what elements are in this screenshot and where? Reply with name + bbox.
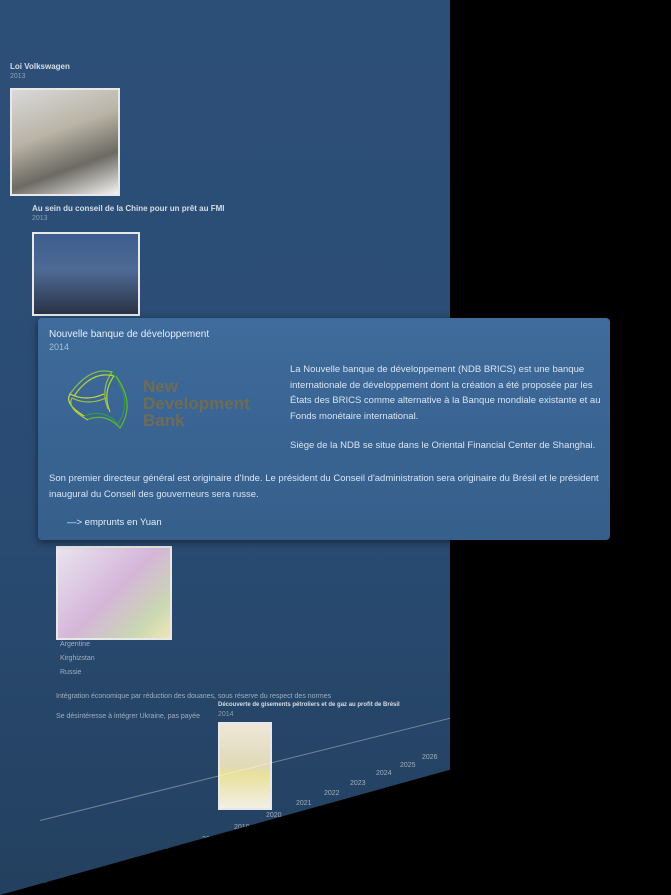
timeline-year: 2023 — [350, 780, 366, 787]
timeline-year: 2025 — [400, 762, 416, 769]
logo-text-line: New — [143, 377, 178, 396]
card-leadership: Son premier directeur général est origin… — [49, 473, 599, 500]
timeline-year: 2018 — [202, 836, 218, 843]
ndb-logo-emblem-icon — [68, 370, 128, 429]
imf-meeting-photo — [32, 232, 140, 316]
detail-card: Nouvelle banque de développement 2014 Ne… — [38, 318, 610, 540]
timeline-year: 2024 — [376, 770, 392, 777]
card-description: La Nouvelle banque de développement (NDB… — [290, 364, 601, 422]
timeline-year: 2016 — [128, 860, 144, 867]
card-headquarters: Siège de la NDB se situe dans le Orienta… — [290, 440, 596, 451]
bg-entry-title: Découverte de gisements pétroliers et de… — [218, 702, 400, 708]
yuan-loans-link[interactable]: —> emprunts en Yuan — [67, 517, 162, 528]
timeline-year: 2020 — [266, 812, 282, 819]
card-year: 2014 — [49, 342, 70, 352]
bg-entry-title: Loi Volkswagen — [10, 62, 70, 71]
logo-text-line: Bank — [143, 411, 185, 430]
bg-bullet: Russie — [60, 669, 82, 676]
bg-entry-year: 2013 — [32, 215, 48, 222]
bg-entry-year: 2014 — [218, 711, 234, 718]
timeline-year: 2017 — [166, 848, 182, 855]
brazil-map-image — [218, 722, 272, 810]
timeline-year: 2014 — [44, 882, 60, 889]
timeline-year: 2026 — [422, 754, 438, 761]
bg-entry-year: 2013 — [10, 73, 26, 80]
timeline-year: 2021 — [296, 800, 312, 807]
volkswagen-photo — [10, 88, 120, 196]
card-title: Nouvelle banque de développement — [49, 329, 210, 340]
timeline-year: 2015 — [88, 872, 104, 879]
ndb-logo-text: New Development Bank — [143, 378, 250, 429]
logo-text-line: Development — [143, 394, 250, 413]
bg-bullet: Argentine — [60, 641, 90, 648]
timeline-year: 2022 — [324, 790, 340, 797]
russia-map-image — [56, 546, 172, 640]
timeline-year: 2019 — [234, 824, 250, 831]
ndb-logo: New Development Bank — [60, 364, 280, 434]
bg-bullet: Kirghizstan — [60, 655, 95, 662]
bg-text: Se désintéresse à intégrer Ukraine, pas … — [56, 713, 200, 720]
bg-entry-title: Au sein du conseil de la Chine pour un p… — [32, 204, 225, 213]
